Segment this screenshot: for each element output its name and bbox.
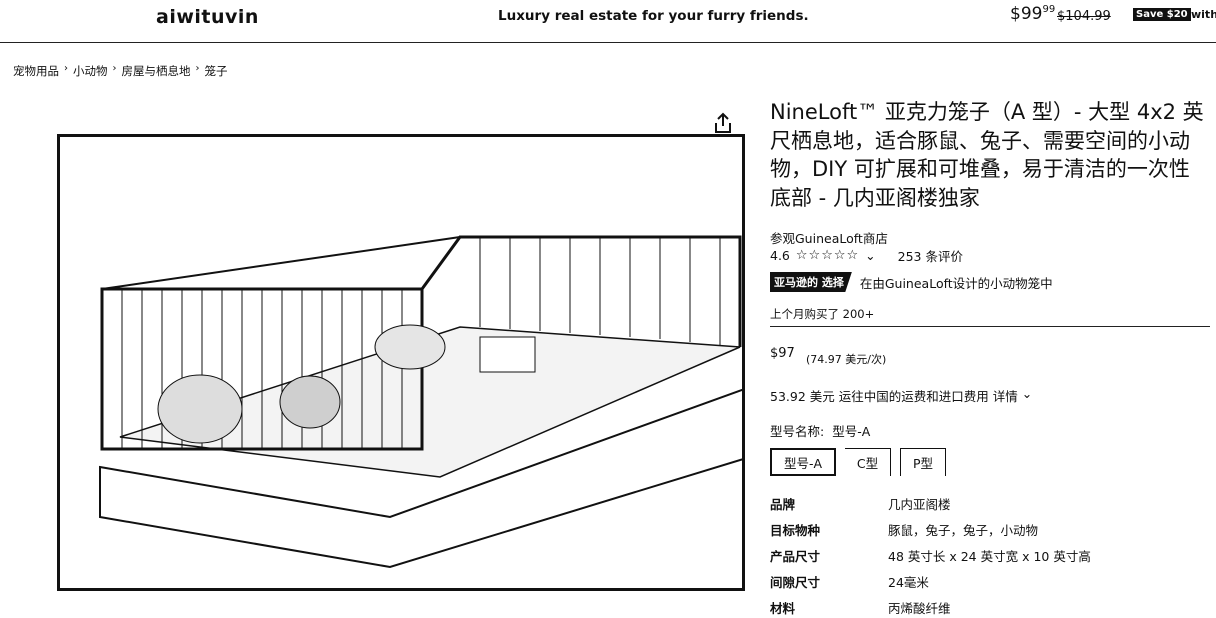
site-tagline: Luxury real estate for your furry friend… [498, 8, 809, 24]
spec-key: 间隙尺寸 [770, 575, 821, 590]
shipping-details-link[interactable]: 详情 [993, 386, 1018, 405]
reviews-link[interactable]: 253 条评价 [898, 246, 963, 265]
model-name-row: 型号名称: 型号-A [770, 421, 870, 440]
breadcrumb-separator: › [195, 63, 200, 74]
chevron-down-icon[interactable]: ⌄ [865, 248, 875, 263]
star-rating-icon[interactable]: ☆☆☆☆☆ [796, 248, 859, 263]
breadcrumb-item[interactable]: 小动物 [73, 63, 108, 79]
spec-key: 材料 [770, 601, 796, 616]
promo-price-whole: $99 [1010, 4, 1043, 24]
spec-key: 产品尺寸 [770, 549, 821, 564]
shipping-text: 53.92 美元 运往中国的运费和进口费用 [770, 389, 989, 404]
model-option-c[interactable]: C型 [845, 448, 891, 476]
promo-original-price: $104.99 [1057, 9, 1111, 24]
product-price: $97 [770, 346, 795, 361]
product-title: NineLoft™ 亚克力笼子（A 型）- 大型 4x2 英尺栖息地，适合豚鼠、… [770, 100, 1204, 210]
spec-value: 48 英寸长 x 24 英寸宽 x 10 英寸高 [888, 549, 1091, 564]
spec-row-dimensions: 产品尺寸 48 英寸长 x 24 英寸宽 x 10 英寸高 [770, 546, 1091, 565]
cage-illustration [99, 235, 742, 569]
spec-row-brand: 品牌 几内亚阁楼 [770, 494, 951, 513]
model-option-a[interactable]: 型号-A [770, 448, 836, 476]
rating-row: 4.6 ☆☆☆☆☆ ⌄ 253 条评价 [770, 246, 963, 265]
shipping-info: 53.92 美元 运往中国的运费和进口费用 详情 ⌄ [770, 386, 1032, 405]
site-logo[interactable]: aiwituvin [156, 6, 259, 28]
breadcrumb-item[interactable]: 笼子 [205, 63, 228, 79]
spec-value: 豚鼠，兔子，兔子，小动物 [888, 523, 1039, 538]
breadcrumb-item[interactable]: 房屋与栖息地 [122, 63, 191, 79]
spec-value: 几内亚阁楼 [888, 497, 951, 512]
spec-row-species: 目标物种 豚鼠，兔子，兔子，小动物 [770, 520, 1038, 539]
promo-price-cents: 99 [1042, 4, 1056, 15]
chevron-down-icon[interactable]: ⌄ [1022, 386, 1032, 405]
promo-price: $9999 [1010, 4, 1055, 24]
share-icon [715, 112, 731, 133]
spec-value: 丙烯酸纤维 [888, 601, 951, 616]
spec-row-material: 材料 丙烯酸纤维 [770, 598, 951, 617]
divider [770, 326, 1210, 327]
unit-price: (74.97 美元/次) [806, 353, 887, 366]
breadcrumb: 宠物用品 › 小动物 › 房屋与栖息地 › 笼子 [13, 63, 228, 79]
spec-row-gap: 间隙尺寸 24毫米 [770, 572, 929, 591]
breadcrumb-item[interactable]: 宠物用品 [13, 63, 59, 79]
choice-row: 亚马逊的 选择 在由GuineaLoft设计的小动物笼中 [770, 272, 1053, 292]
store-link[interactable]: 参观GuineaLoft商店 [770, 228, 888, 247]
breadcrumb-separator: › [112, 63, 117, 74]
spec-value: 24毫米 [888, 575, 929, 590]
rating-value: 4.6 [770, 248, 790, 263]
model-name-value: 型号-A [832, 424, 871, 439]
model-option-p[interactable]: P型 [900, 448, 946, 476]
model-name-label: 型号名称: [770, 424, 825, 439]
spec-key: 品牌 [770, 497, 796, 512]
top-bar: aiwituvin Luxury real estate for your fu… [0, 0, 1216, 43]
breadcrumb-separator: › [64, 63, 68, 74]
spec-key: 目标物种 [770, 523, 821, 538]
choice-category-text[interactable]: 在由GuineaLoft设计的小动物笼中 [860, 273, 1053, 292]
amazon-choice-badge: 亚马逊的 选择 [770, 272, 852, 292]
save-badge: Save $20 [1133, 8, 1191, 21]
product-image[interactable] [57, 134, 745, 591]
promo-with-text: with [1191, 8, 1216, 21]
bought-count: 上个月购买了 200+ [770, 307, 875, 321]
